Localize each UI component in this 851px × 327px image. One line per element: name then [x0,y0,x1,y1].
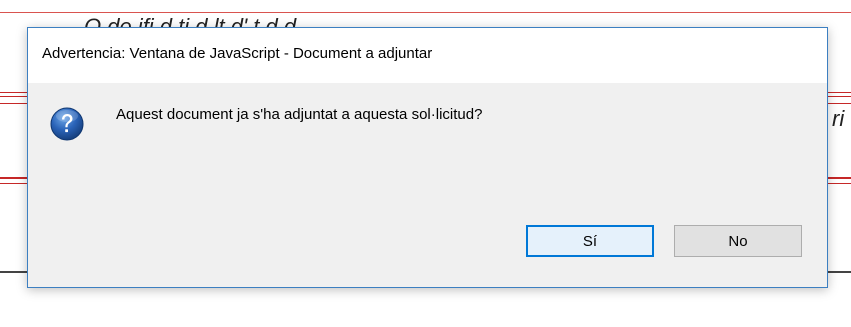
background-side-text: ri [832,106,845,131]
dialog-titlebar[interactable]: Advertencia: Ventana de JavaScript - Doc… [28,28,827,83]
dialog-title: Advertencia: Ventana de JavaScript - Doc… [42,45,433,62]
javascript-alert-dialog: Advertencia: Ventana de JavaScript - Doc… [27,27,828,288]
background-page: O de ifi d ti d lt d' t d d ri Advertenc… [0,0,851,327]
yes-button-label: Sí [582,232,598,250]
page-divider [0,12,851,13]
dialog-content: Aquest document ja s'ha adjuntat a aques… [28,83,827,287]
no-button-label: No [728,232,748,250]
no-button[interactable]: No [674,225,802,257]
question-icon [50,107,84,141]
yes-button[interactable]: Sí [526,225,654,257]
dialog-message: Aquest document ja s'ha adjuntat a aques… [116,106,483,123]
